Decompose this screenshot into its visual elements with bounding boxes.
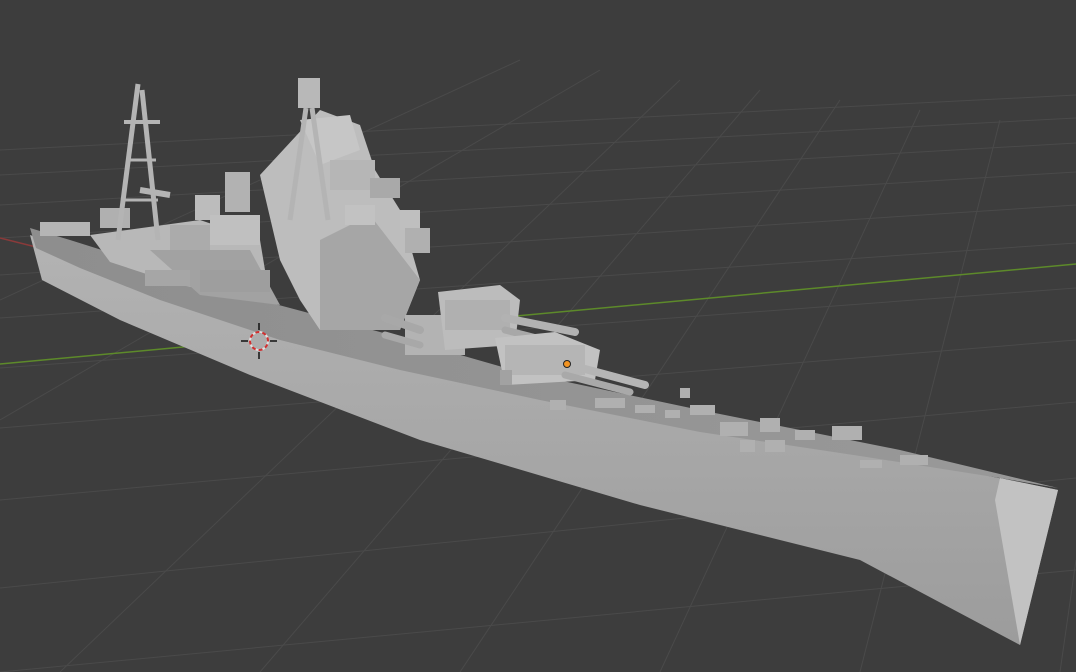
3d-viewport[interactable]: [0, 0, 1076, 672]
viewport-canvas[interactable]: [0, 0, 1076, 672]
object-origin-icon: [563, 360, 571, 368]
warship-model[interactable]: [30, 78, 1058, 645]
